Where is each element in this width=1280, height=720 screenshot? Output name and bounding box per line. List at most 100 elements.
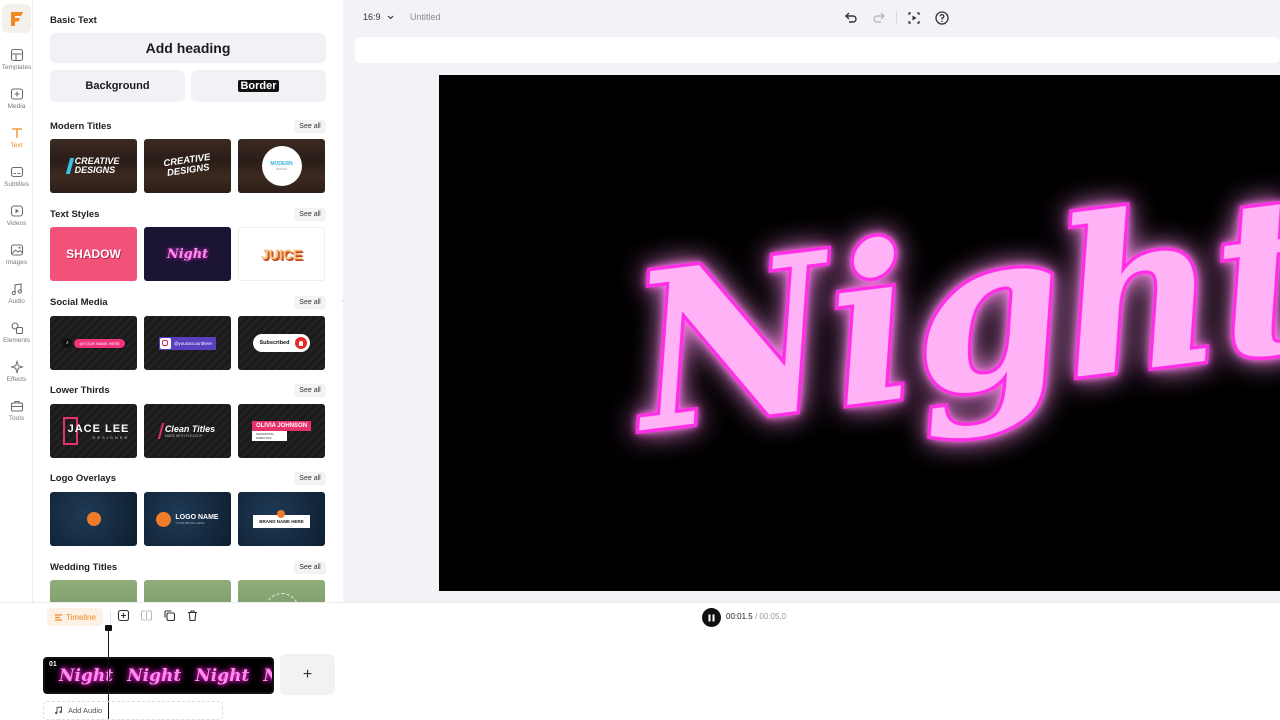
rail-item-label: Videos: [6, 220, 27, 227]
music-note-icon: [55, 706, 62, 715]
aspect-ratio-select[interactable]: 16:9: [363, 12, 394, 22]
wedding-titles-heading: Wedding Titles: [50, 562, 118, 573]
background-text-button[interactable]: Background: [50, 70, 185, 102]
social-media-heading: Social Media: [50, 297, 108, 308]
add-audio-track[interactable]: Add Audio: [43, 701, 223, 720]
logo-circle: [277, 509, 286, 518]
lower-thirds-see-all[interactable]: See all: [294, 384, 326, 397]
logo-circle: [156, 511, 172, 527]
modern-design-badge: MODERN DESIGN: [261, 146, 302, 186]
neon-night-text[interactable]: Night: [611, 142, 1280, 484]
thumb-text: @YOUR NAME HERE: [74, 338, 125, 348]
clip-thumb-text: Night: [127, 665, 182, 686]
shadow-style-thumb[interactable]: SHADOW: [50, 227, 137, 281]
creative-designs-1: CREATIVE DESIGNS: [65, 157, 119, 175]
total-time: 00:05.0: [759, 612, 787, 621]
timeline-area: Timeline 00:01.5 / 00:05.0 01 Night Nigh…: [0, 602, 1280, 720]
media-plus-icon: [10, 88, 23, 100]
rail-item-elements[interactable]: Elements: [0, 321, 33, 344]
night-style-thumb[interactable]: Night: [144, 227, 231, 281]
border-text-label: Border: [238, 80, 279, 92]
clip-thumb-text: Night: [195, 665, 250, 686]
rail-item-text[interactable]: Text: [0, 126, 33, 149]
logo-overlay-thumb-3[interactable]: BRAND NAME HERE: [238, 492, 325, 546]
app-logo[interactable]: [2, 4, 31, 33]
divider: [110, 611, 111, 623]
add-audio-label: Add Audio: [68, 706, 103, 715]
help-icon[interactable]: [934, 10, 950, 26]
timeline-toggle[interactable]: Timeline: [47, 608, 103, 626]
chevron-down-icon: [387, 15, 394, 20]
tiktok-thumb[interactable]: ♪ @YOUR NAME HERE: [50, 316, 137, 370]
add-scene-icon[interactable]: [117, 609, 130, 622]
rail-item-effects[interactable]: Effects: [0, 360, 33, 383]
accent-bar: [65, 158, 74, 174]
current-time: 00:01.5: [726, 612, 753, 621]
thumb-text: BRAND NAME HERE: [259, 518, 304, 524]
modern-titles-see-all[interactable]: See all: [294, 120, 326, 133]
rail-item-audio[interactable]: Audio: [0, 282, 33, 305]
thumb-text: DESIGN: [275, 167, 288, 171]
juice-style-thumb[interactable]: JUICE: [238, 227, 325, 281]
project-title[interactable]: Untitled: [410, 12, 441, 22]
pause-button[interactable]: [702, 608, 721, 627]
subscribed-thumb[interactable]: Subscribed: [238, 316, 325, 370]
undo-icon[interactable]: [843, 10, 859, 26]
time-display: 00:01.5 / 00:05.0: [726, 612, 786, 621]
wedding-thumb-1[interactable]: [50, 580, 137, 602]
lower-thirds-heading: Lower Thirds: [50, 385, 110, 396]
music-icon: [11, 283, 22, 296]
flexclip-logo-icon: [10, 11, 23, 26]
add-heading-button[interactable]: Add heading: [50, 33, 326, 63]
logo-overlay-thumb-2[interactable]: LOGO NAME YOUR BRAND HERE: [144, 492, 231, 546]
thumb-text: DESIGNS: [74, 165, 116, 175]
add-scene-button[interactable]: +: [280, 654, 335, 695]
rail-item-label: Elements: [2, 337, 31, 344]
rail-item-images[interactable]: Images: [0, 243, 33, 266]
instagram-thumb[interactable]: @youraccounthere: [144, 316, 231, 370]
border-text-button[interactable]: Border: [191, 70, 326, 102]
subtitles-icon: [10, 166, 23, 178]
social-media-see-all[interactable]: See all: [294, 296, 326, 309]
logo-overlay-thumb-1[interactable]: [50, 492, 137, 546]
video-icon: [10, 205, 23, 217]
logo-overlays-see-all[interactable]: See all: [294, 472, 326, 485]
wedding-thumb-3[interactable]: [238, 580, 325, 602]
tiktok-icon: ♪: [62, 338, 73, 348]
timeline-label: Timeline: [66, 612, 96, 622]
delete-icon[interactable]: [186, 609, 199, 622]
rail-item-label: Images: [5, 259, 28, 266]
split-icon[interactable]: [140, 609, 153, 622]
modern-title-thumb-3[interactable]: MODERN DESIGN: [238, 139, 325, 193]
rail-item-subtitles[interactable]: Subtitles: [0, 165, 33, 188]
neon-text-preview[interactable]: Night: [439, 75, 1280, 591]
rail-item-label: Tools: [8, 415, 25, 422]
layout-icon: [10, 48, 23, 62]
thumb-text: MARKETING DIRECTOR: [251, 431, 288, 441]
rail-item-videos[interactable]: Videos: [0, 204, 33, 227]
text-styles-see-all[interactable]: See all: [294, 208, 326, 221]
instagram-icon: [159, 337, 171, 349]
clean-titles-thumb[interactable]: Clean Titles MADE WITH FLEXCLIP: [144, 404, 231, 458]
modern-title-thumb-1[interactable]: CREATIVE DESIGNS: [50, 139, 137, 193]
video-editor-app: Templates Media Text Subtitles Videos Images A…: [0, 0, 1280, 720]
duplicate-icon[interactable]: [163, 609, 176, 622]
wedding-thumb-2[interactable]: [144, 580, 231, 602]
image-icon: [10, 244, 23, 256]
jace-lee-thumb[interactable]: JACE LEE DESIGNER: [50, 404, 137, 458]
basic-text-heading: Basic Text: [50, 15, 97, 26]
thumb-text: DESIGNER: [92, 434, 130, 440]
scene-clip[interactable]: 01 Night Night Night Night: [43, 657, 274, 694]
text-icon: [11, 128, 22, 138]
video-canvas[interactable]: Night: [439, 75, 1280, 591]
left-rail: Templates Media Text Subtitles Videos Images A…: [0, 0, 33, 602]
olivia-johnson-thumb[interactable]: OLIVIA JOHNSON MARKETING DIRECTOR: [238, 404, 325, 458]
redo-icon[interactable]: [871, 10, 887, 26]
preview-screen-icon[interactable]: [906, 10, 922, 26]
rail-item-tools[interactable]: Tools: [0, 399, 33, 422]
rail-item-templates[interactable]: Templates: [0, 48, 33, 71]
rail-item-media[interactable]: Media: [0, 87, 33, 110]
wedding-titles-see-all[interactable]: See all: [294, 561, 326, 574]
modern-title-thumb-2[interactable]: CREATIVE DESIGNS: [144, 139, 231, 193]
timeline-icon: [55, 613, 62, 621]
